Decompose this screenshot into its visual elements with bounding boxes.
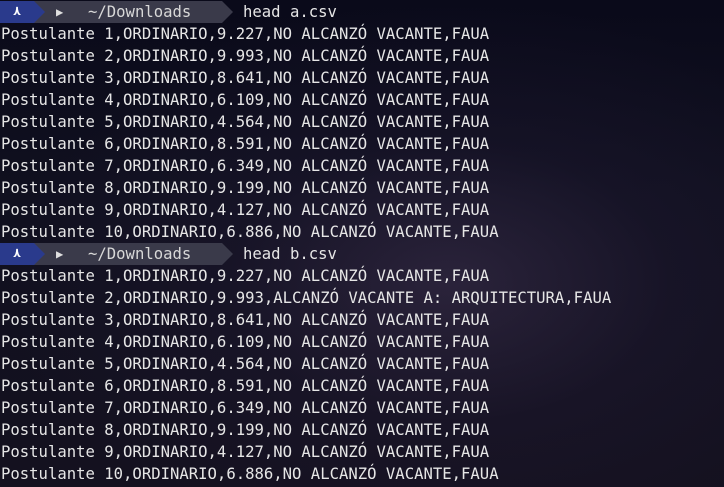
output-line: Postulante 1,ORDINARIO,9.227,NO ALCANZÓ … xyxy=(1,25,490,43)
prompt-directory-segment: ▶ ~/Downloads xyxy=(34,243,222,265)
output-line: Postulante 7,ORDINARIO,6.349,NO ALCANZÓ … xyxy=(1,157,490,175)
shell-prompt: ⋏ ▶ ~/Downloads head a.csv xyxy=(0,1,724,23)
output-line: Postulante 2,ORDINARIO,9.993,NO ALCANZÓ … xyxy=(1,47,490,65)
output-line: Postulante 9,ORDINARIO,4.127,NO ALCANZÓ … xyxy=(1,201,490,219)
folder-icon: ▶ xyxy=(56,5,64,19)
command-text: head a.csv xyxy=(243,3,337,21)
output-line: Postulante 10,ORDINARIO,6.886,NO ALCANZÓ… xyxy=(1,465,499,483)
output-line: Postulante 8,ORDINARIO,9.199,NO ALCANZÓ … xyxy=(1,179,490,197)
output-line: Postulante 5,ORDINARIO,4.564,NO ALCANZÓ … xyxy=(1,113,490,131)
output-line: Postulante 8,ORDINARIO,9.199,NO ALCANZÓ … xyxy=(1,421,490,439)
arch-logo-icon: ⋏ xyxy=(0,1,34,23)
output-line: Postulante 1,ORDINARIO,9.227,NO ALCANZÓ … xyxy=(1,267,490,285)
output-line: Postulante 4,ORDINARIO,6.109,NO ALCANZÓ … xyxy=(1,333,490,351)
terminal-window[interactable]: ⋏ ▶ ~/Downloads head a.csv Postulante 1,… xyxy=(0,0,724,487)
shell-prompt: ⋏ ▶ ~/Downloads head b.csv xyxy=(0,243,724,265)
command-text: head b.csv xyxy=(243,245,337,263)
output-line: Postulante 4,ORDINARIO,6.109,NO ALCANZÓ … xyxy=(1,91,490,109)
arch-logo-icon: ⋏ xyxy=(0,243,34,265)
current-directory: ~/Downloads xyxy=(88,3,192,21)
folder-icon: ▶ xyxy=(56,247,64,261)
output-line: Postulante 2,ORDINARIO,9.993,ALCANZÓ VAC… xyxy=(1,289,612,307)
output-line: Postulante 6,ORDINARIO,8.591,NO ALCANZÓ … xyxy=(1,377,490,395)
output-line: Postulante 10,ORDINARIO,6.886,NO ALCANZÓ… xyxy=(1,223,499,241)
powerline-separator xyxy=(222,1,233,23)
output-line: Postulante 9,ORDINARIO,4.127,NO ALCANZÓ … xyxy=(1,443,490,461)
current-directory: ~/Downloads xyxy=(88,245,192,263)
prompt-directory-segment: ▶ ~/Downloads xyxy=(34,1,222,23)
output-line: Postulante 3,ORDINARIO,8.641,NO ALCANZÓ … xyxy=(1,311,490,329)
output-line: Postulante 3,ORDINARIO,8.641,NO ALCANZÓ … xyxy=(1,69,490,87)
powerline-separator xyxy=(222,243,233,265)
output-line: Postulante 5,ORDINARIO,4.564,NO ALCANZÓ … xyxy=(1,355,490,373)
powerline-separator xyxy=(34,243,45,265)
powerline-separator xyxy=(34,1,45,23)
output-line: Postulante 7,ORDINARIO,6.349,NO ALCANZÓ … xyxy=(1,399,490,417)
output-line: Postulante 6,ORDINARIO,8.591,NO ALCANZÓ … xyxy=(1,135,490,153)
